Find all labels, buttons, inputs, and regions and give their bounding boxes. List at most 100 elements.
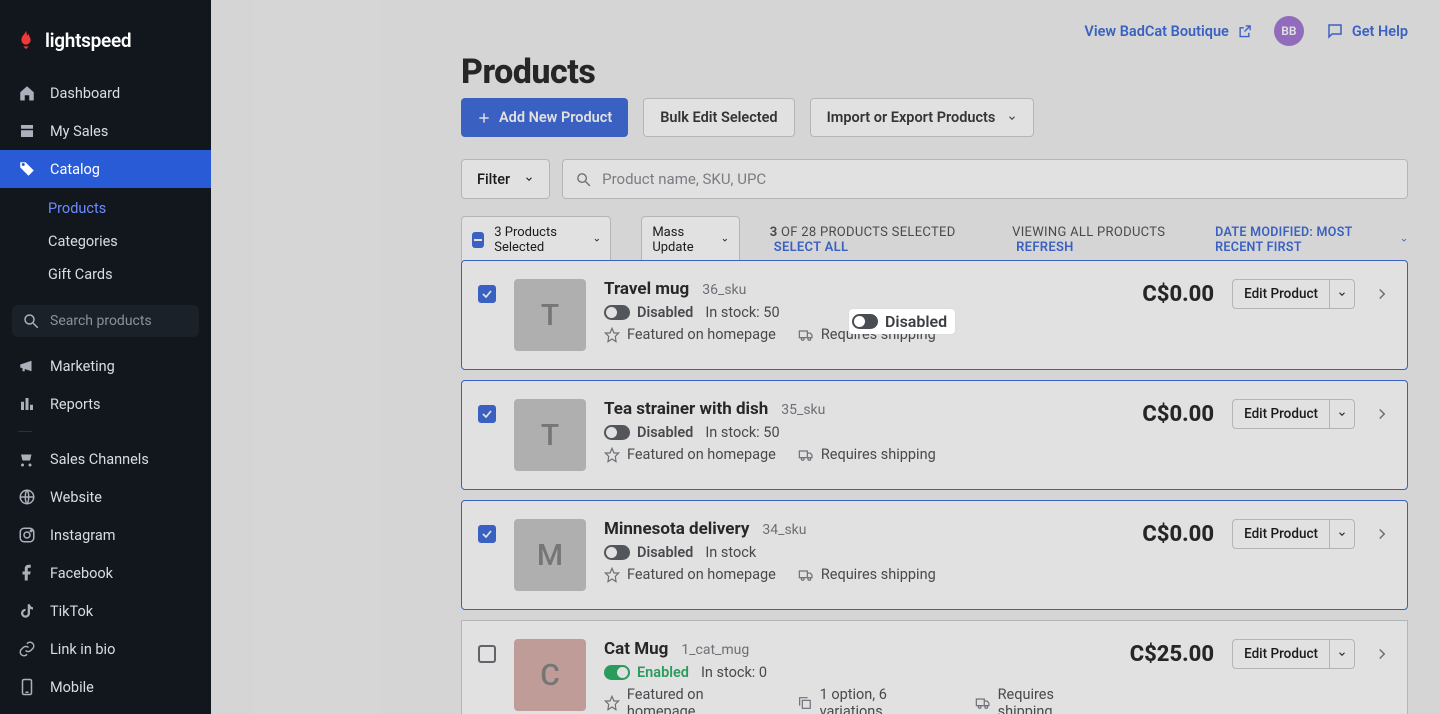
subnav-categories[interactable]: Categories [48,225,211,258]
nav-label: Catalog [50,161,100,178]
subnav-products[interactable]: Products [48,192,211,225]
chevron-down-icon [524,174,534,184]
chevron-right-icon [1373,405,1391,423]
nav-catalog[interactable]: Catalog [0,150,211,188]
star-icon [604,327,620,343]
status-toggle[interactable]: Disabled [604,544,693,561]
refresh-link[interactable]: REFRESH [1016,240,1074,255]
nav-link-in-bio[interactable]: Link in bio [0,630,211,668]
products-selected-pill[interactable]: 3 Products Selected [461,216,611,264]
product-sku: 35_sku [781,402,825,418]
status-toggle[interactable]: Disabled [604,304,693,321]
import-export-button[interactable]: Import or Export Products [810,98,1035,137]
sort-label: DATE MODIFIED: MOST RECENT FIRST [1215,225,1394,255]
mass-update-pill[interactable]: Mass Update [641,216,739,264]
product-row[interactable]: T Tea strainer with dish 35_sku Disabled… [461,380,1408,490]
shipping-tag: Requires shipping [798,566,936,583]
sidebar-search[interactable]: Search products [12,305,199,337]
nav-tiktok[interactable]: TikTok [0,592,211,630]
nav-label: Website [50,489,102,506]
row-checkbox[interactable] [478,525,496,543]
nav-facebook[interactable]: Facebook [0,554,211,592]
tag-icon [18,160,36,178]
stock-label: In stock [705,544,756,561]
edit-product-button[interactable]: Edit Product [1232,279,1330,309]
star-icon [604,567,620,583]
truck-icon [798,327,814,343]
product-price: C$25.00 [1130,642,1214,667]
product-info: Tea strainer with dish 35_sku Disabled I… [604,399,1124,463]
nav-label: Dashboard [50,85,120,102]
edit-product-dropdown[interactable] [1330,639,1355,669]
bulk-edit-button[interactable]: Bulk Edit Selected [643,98,794,137]
edit-product-dropdown[interactable] [1330,519,1355,549]
edit-product-button[interactable]: Edit Product [1232,519,1330,549]
plus-icon [477,111,491,125]
toggle-switch-icon [604,305,630,320]
chevron-right-icon [1373,525,1391,543]
nav-website[interactable]: Website [0,478,211,516]
filter-button[interactable]: Filter [461,159,550,199]
shipping-tag: Requires shipping [798,446,936,463]
chevron-right-icon [1373,285,1391,303]
chevron-down-icon [1007,113,1017,123]
nav-reports[interactable]: Reports [0,385,211,423]
nav-my-sales[interactable]: My Sales [0,112,211,150]
toggle-switch-icon [604,425,630,440]
user-avatar[interactable]: BB [1274,16,1304,46]
product-row[interactable]: C Cat Mug 1_cat_mug Enabled In stock: 0 … [461,620,1408,714]
featured-tag: Featured on homepage [604,326,776,343]
star-icon [604,447,620,463]
edit-product-dropdown[interactable] [1330,399,1355,429]
status-toggle[interactable]: Enabled [604,664,689,681]
subnav-gift-cards[interactable]: Gift Cards [48,258,211,291]
globe-icon [18,488,36,506]
nav-mobile[interactable]: Mobile [0,668,211,706]
brand-logo: lightspeed [0,0,211,74]
edit-product-button[interactable]: Edit Product [1232,399,1330,429]
link-icon [18,640,36,658]
facebook-icon [18,564,36,582]
bar-chart-icon [18,395,36,413]
nav-marketing[interactable]: Marketing [0,347,211,385]
edit-product-dropdown[interactable] [1330,279,1355,309]
chevron-down-icon [721,235,729,245]
row-checkbox[interactable] [478,405,496,423]
product-info: Cat Mug 1_cat_mug Enabled In stock: 0 Fe… [604,639,1112,714]
page-title: Products [461,52,595,92]
page-toolbar: Add New Product Bulk Edit Selected Impor… [461,98,1034,137]
truck-icon [975,695,991,711]
product-search[interactable] [562,159,1408,199]
filter-label: Filter [477,171,510,188]
nav-label: Mobile [50,679,94,696]
row-checkbox[interactable] [478,285,496,303]
status-toggle[interactable]: Disabled [604,424,693,441]
highlighted-status-toggle[interactable]: Disabled [849,309,955,334]
product-row[interactable]: M Minnesota delivery 34_sku Disabled In … [461,500,1408,610]
add-product-button[interactable]: Add New Product [461,98,628,137]
product-price: C$0.00 [1142,282,1214,307]
bullhorn-icon [18,357,36,375]
sort-dropdown[interactable]: DATE MODIFIED: MOST RECENT FIRST [1215,225,1408,255]
stock-label: In stock: 50 [705,304,779,321]
view-store-label: View BadCat Boutique [1084,23,1228,40]
selection-count: 3 [770,225,778,240]
edit-product-button[interactable]: Edit Product [1232,639,1330,669]
products-selected-label: 3 Products Selected [494,225,582,255]
nav-sales-channels[interactable]: Sales Channels [0,440,211,478]
view-store-link[interactable]: View BadCat Boutique [1084,23,1251,40]
nav-dashboard[interactable]: Dashboard [0,74,211,112]
product-sku: 36_sku [702,282,746,298]
product-search-input[interactable] [602,160,1395,198]
row-checkbox[interactable] [478,645,496,663]
featured-tag: Featured on homepage [604,566,776,583]
select-all-link[interactable]: SELECT ALL [774,240,849,255]
get-help-link[interactable]: Get Help [1326,22,1408,40]
viewing-status: VIEWING ALL PRODUCTS REFRESH [1012,225,1185,255]
product-price: C$0.00 [1142,522,1214,547]
chat-icon [1326,22,1344,40]
chevron-down-icon [1400,235,1408,245]
nav-instagram[interactable]: Instagram [0,516,211,554]
external-link-icon [1237,24,1252,39]
add-product-label: Add New Product [499,109,612,126]
